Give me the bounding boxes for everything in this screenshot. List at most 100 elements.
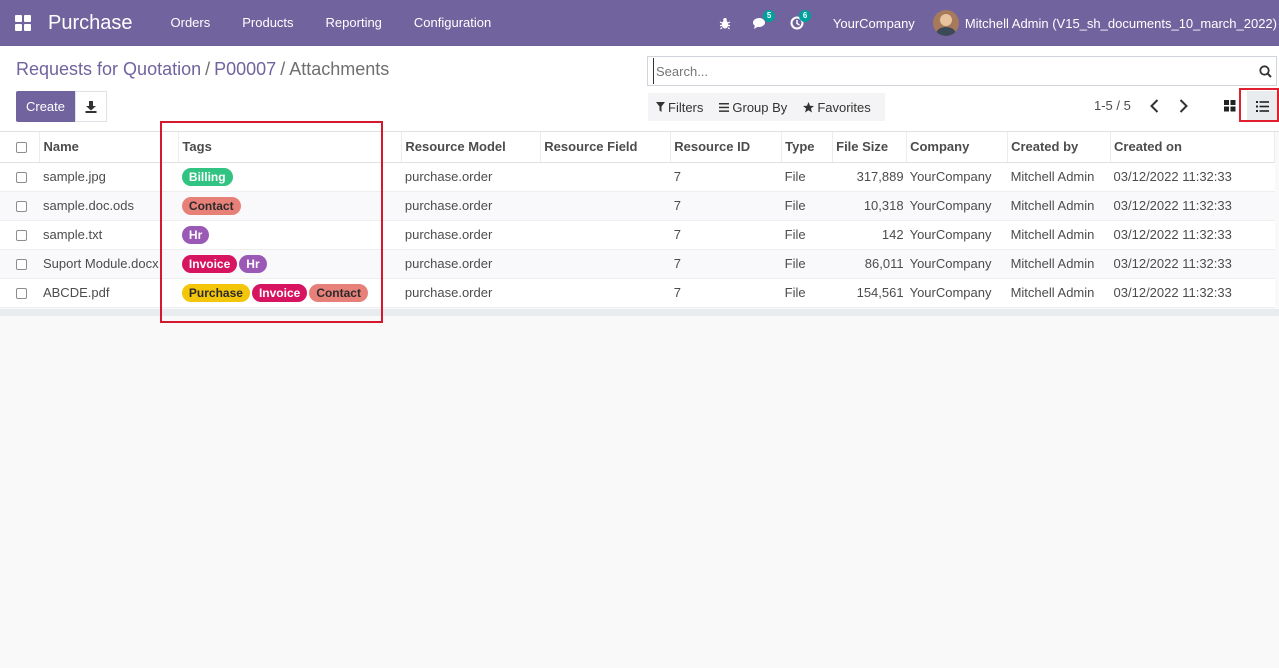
cell-company: YourCompany — [906, 162, 1008, 192]
avatar — [932, 10, 959, 36]
cell-type: File — [781, 278, 833, 308]
breadcrumb-po[interactable]: P00007 — [214, 59, 276, 79]
company-switcher[interactable]: YourCompany — [815, 16, 933, 31]
cell-resource-field — [540, 162, 671, 192]
cell-name: ABCDE.pdf — [39, 278, 179, 308]
cell-type: File — [781, 220, 833, 250]
search-bar — [647, 56, 1277, 86]
breadcrumb-separator: / — [205, 59, 211, 79]
cell-resource-field — [540, 220, 671, 250]
favorites-label: Favorites — [817, 99, 871, 115]
filter-bar: Filters Group By Favorites — [648, 93, 885, 121]
user-menu[interactable]: Mitchell Admin (V15_sh_documents_10_marc… — [932, 10, 1279, 36]
download-button[interactable] — [75, 91, 107, 122]
column-header-name[interactable]: Name — [39, 132, 180, 163]
app-name[interactable]: Purchase — [48, 12, 133, 35]
cell-resource-id: 7 — [670, 162, 782, 192]
row-checkbox[interactable] — [0, 191, 40, 221]
cell-created-on: 03/12/2022 11:32:33 — [1110, 220, 1275, 250]
column-header-created-on[interactable]: Created on — [1110, 132, 1275, 163]
cell-resource-model: purchase.order — [401, 220, 541, 250]
row-checkbox[interactable] — [0, 278, 40, 308]
cell-created-by: Mitchell Admin — [1007, 220, 1111, 250]
row-checkbox[interactable] — [0, 220, 40, 250]
cell-type: File — [781, 162, 833, 192]
menu-products[interactable]: Products — [226, 0, 309, 46]
list-view-highlight-box — [1239, 88, 1279, 122]
cell-file-size: 154,561 — [832, 278, 907, 308]
cell-created-by: Mitchell Admin — [1007, 191, 1111, 221]
cell-created-by: Mitchell Admin — [1007, 162, 1111, 192]
filter-icon — [656, 102, 665, 112]
user-name: Mitchell Admin (V15_sh_documents_10_marc… — [964, 15, 1277, 31]
groupby-dropdown[interactable]: Group By — [711, 100, 795, 115]
download-icon — [85, 100, 97, 113]
cell-resource-model: purchase.order — [401, 278, 541, 308]
cell-company: YourCompany — [906, 249, 1008, 279]
pager-previous-icon[interactable] — [1147, 97, 1163, 118]
column-header-type[interactable]: Type — [781, 132, 834, 163]
top-navbar: Purchase Orders Products Reporting Confi… — [0, 0, 1279, 46]
pager-value[interactable]: 1-5 / 5 — [1094, 98, 1131, 113]
kanban-icon — [1224, 100, 1236, 112]
apps-menu-icon[interactable] — [0, 0, 46, 46]
cell-resource-model: purchase.order — [401, 191, 541, 221]
breadcrumb-separator: / — [280, 59, 286, 79]
cell-created-on: 03/12/2022 11:32:33 — [1110, 191, 1275, 221]
column-header-created-by[interactable]: Created by — [1007, 132, 1112, 163]
create-button[interactable]: Create — [16, 91, 75, 122]
select-all-checkbox[interactable] — [0, 132, 41, 163]
cell-created-on: 03/12/2022 11:32:33 — [1110, 162, 1275, 192]
column-header-resource-model[interactable]: Resource Model — [401, 132, 542, 163]
list-bars-icon — [719, 102, 730, 112]
activities-badge: 6 — [798, 10, 812, 22]
cell-company: YourCompany — [906, 278, 1008, 308]
cell-type: File — [781, 249, 833, 279]
breadcrumb: Requests for Quotation / P00007/Attachment… — [16, 59, 389, 80]
favorites-dropdown[interactable]: Favorites — [795, 100, 878, 115]
menu-orders[interactable]: Orders — [155, 0, 227, 46]
column-header-resource-field[interactable]: Resource Field — [540, 132, 672, 163]
filters-label: Filters — [668, 99, 704, 115]
cell-type: File — [781, 191, 833, 221]
cell-company: YourCompany — [906, 191, 1008, 221]
cell-name: sample.jpg — [39, 162, 179, 192]
messages-icon[interactable]: 5 — [743, 0, 779, 46]
cell-file-size: 86,011 — [832, 249, 907, 279]
breadcrumb-current: Attachments — [289, 59, 390, 79]
cell-created-by: Mitchell Admin — [1007, 249, 1111, 279]
menu-reporting[interactable]: Reporting — [310, 0, 398, 46]
pager-next-icon[interactable] — [1175, 97, 1191, 118]
cell-resource-id: 7 — [670, 249, 782, 279]
cell-created-on: 03/12/2022 11:32:33 — [1110, 249, 1275, 279]
cell-company: YourCompany — [906, 220, 1008, 250]
control-panel: Requests for Quotation / P00007/Attachment… — [0, 46, 1279, 132]
cell-file-size: 10,318 — [832, 191, 907, 221]
cell-created-on: 03/12/2022 11:32:33 — [1110, 278, 1275, 308]
cell-resource-id: 7 — [670, 278, 782, 308]
cell-name: sample.doc.ods — [39, 191, 179, 221]
breadcrumb-rfq[interactable]: Requests for Quotation — [16, 59, 201, 79]
activities-icon[interactable]: 6 — [779, 0, 815, 46]
star-icon — [803, 101, 815, 112]
cell-name: Suport Module.docx — [39, 249, 179, 279]
column-header-file-size[interactable]: File Size — [832, 132, 908, 163]
search-input[interactable] — [653, 58, 1254, 84]
cell-resource-field — [540, 278, 671, 308]
search-icon[interactable] — [1254, 64, 1276, 78]
filters-dropdown[interactable]: Filters — [648, 100, 711, 115]
row-checkbox[interactable] — [0, 162, 40, 192]
column-header-company[interactable]: Company — [906, 132, 1009, 163]
cell-resource-field — [540, 191, 671, 221]
cell-resource-model: purchase.order — [401, 249, 541, 279]
row-checkbox[interactable] — [0, 249, 40, 279]
cell-resource-model: purchase.order — [401, 162, 541, 192]
column-header-resource-id[interactable]: Resource ID — [670, 132, 783, 163]
menu-configuration[interactable]: Configuration — [398, 0, 507, 46]
cell-file-size: 142 — [832, 220, 907, 250]
cell-resource-id: 7 — [670, 191, 782, 221]
tags-column-highlight-box — [160, 121, 383, 323]
cell-resource-field — [540, 249, 671, 279]
bug-icon[interactable] — [707, 0, 743, 46]
cell-file-size: 317,889 — [832, 162, 907, 192]
